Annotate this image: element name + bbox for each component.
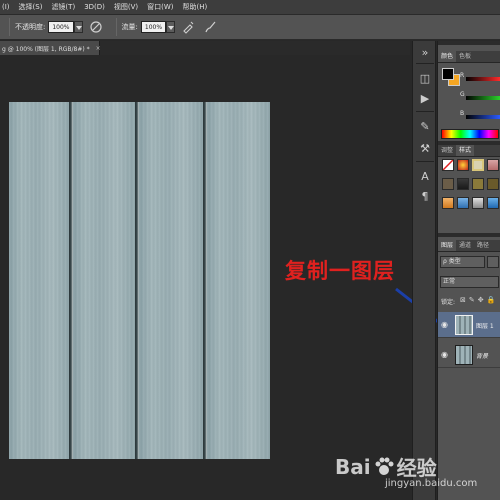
layer-thumbnail — [455, 345, 473, 365]
watermark-text-right: 经验 — [396, 456, 437, 480]
red-channel-label: R — [460, 72, 465, 79]
style-swatch[interactable] — [442, 178, 454, 190]
layer-thumbnail — [455, 315, 473, 335]
style-swatch[interactable] — [487, 178, 499, 190]
collapse-icon[interactable]: » — [417, 45, 433, 61]
menu-item-filter[interactable]: 滤镜(T) — [51, 2, 75, 12]
dock-divider — [416, 111, 434, 112]
canvas-image[interactable] — [9, 102, 270, 459]
paw-icon — [375, 457, 394, 475]
tab-paths[interactable]: 路径 — [474, 240, 492, 251]
flow-label: 流量: — [121, 23, 138, 31]
style-swatch[interactable] — [457, 197, 469, 209]
color-panel-tabs: 颜色 色板 — [438, 51, 500, 63]
pressure-icon[interactable] — [89, 20, 103, 34]
lock-label: 锁定: — [441, 299, 456, 306]
options-bar: 不透明度: 100% 流量: 100% — [0, 14, 500, 40]
style-swatch[interactable] — [442, 159, 454, 171]
document-tab[interactable]: g @ 100% (图层 1, RGB/8#) * × — [0, 41, 101, 55]
layer-row[interactable]: ◉ 背景 — [438, 342, 500, 368]
brush-preset-icon[interactable]: ✎ — [417, 119, 433, 135]
style-swatch[interactable] — [472, 178, 484, 190]
green-slider[interactable]: G — [460, 91, 500, 101]
actions-icon[interactable]: ▶ — [417, 91, 433, 107]
panel-drag-bar[interactable] — [438, 233, 500, 237]
flow-input[interactable]: 100% — [140, 21, 167, 33]
opacity-dropdown[interactable] — [73, 21, 83, 33]
watermark-text-left: Bai — [335, 454, 371, 479]
menu-item-window[interactable]: 窗口(W) — [147, 2, 173, 12]
blue-channel-label: B — [460, 110, 465, 117]
layer-kind-filter[interactable]: ρ 类型 — [440, 256, 485, 268]
tab-layers[interactable]: 图层 — [438, 240, 457, 251]
airbrush-icon[interactable] — [181, 20, 195, 34]
paragraph-icon[interactable]: ¶ — [417, 189, 433, 205]
blue-track[interactable] — [466, 115, 500, 119]
red-track[interactable] — [466, 77, 500, 81]
dock-icon-strip: » ◫ ▶ ✎ ⚒ A ¶ — [412, 41, 436, 500]
red-slider[interactable]: R — [460, 72, 500, 82]
style-swatch[interactable] — [487, 197, 499, 209]
right-panels: 颜色 色板 R G B 调整 样式 图层 通道 路径 ρ 类型 正常 锁定: ⊠… — [437, 41, 500, 500]
document-tab-bar: g @ 100% (图层 1, RGB/8#) * × — [0, 41, 410, 55]
dock-divider — [416, 63, 434, 64]
character-icon[interactable]: A — [417, 169, 433, 185]
style-swatch[interactable] — [472, 159, 484, 171]
opacity-input[interactable]: 100% — [48, 21, 74, 33]
style-swatch[interactable] — [442, 197, 454, 209]
menu-item-select[interactable]: 选择(S) — [19, 2, 43, 12]
close-icon[interactable]: × — [96, 45, 101, 52]
document-tab-title: g @ 100% (图层 1, RGB/8#) * — [2, 45, 90, 53]
style-swatch[interactable] — [457, 159, 469, 171]
dock-divider — [416, 161, 434, 162]
photoshop-window: (I) 选择(S) 滤镜(T) 3D(D) 视图(V) 窗口(W) 帮助(H) … — [0, 0, 500, 500]
wood-plank — [207, 102, 270, 459]
layer-name[interactable]: 图层 1 — [476, 321, 494, 330]
opacity-label: 不透明度: — [15, 23, 46, 31]
filter-toggle[interactable] — [487, 256, 499, 268]
layer-row[interactable]: ◉ 图层 1 — [438, 312, 500, 338]
options-divider — [9, 18, 10, 36]
lock-icons[interactable]: ⊠✎✥🔒 — [460, 296, 498, 304]
color-spectrum[interactable] — [441, 129, 499, 139]
styles-panel-tabs: 调整 样式 — [438, 145, 500, 157]
blue-slider[interactable]: B — [460, 110, 500, 120]
tool-preset-icon[interactable]: ⚒ — [417, 141, 433, 157]
annotation-text: 复制一图层 — [285, 259, 395, 283]
eye-icon[interactable]: ◉ — [440, 320, 449, 329]
style-swatch[interactable] — [472, 197, 484, 209]
menu-item-3d[interactable]: 3D(D) — [84, 3, 105, 11]
tab-color[interactable]: 颜色 — [438, 51, 457, 62]
brush-icon[interactable] — [203, 20, 217, 34]
menu-item-view[interactable]: 视图(V) — [114, 2, 138, 12]
color-picker[interactable] — [442, 68, 460, 86]
tab-channels[interactable]: 通道 — [456, 240, 474, 251]
wood-plank — [73, 102, 135, 459]
wood-plank — [139, 102, 203, 459]
green-channel-label: G — [460, 91, 465, 98]
options-divider — [115, 18, 117, 36]
watermark-url: jingyan.baidu.com — [385, 478, 478, 489]
layer-name[interactable]: 背景 — [476, 351, 488, 360]
green-track[interactable] — [466, 96, 500, 100]
foreground-color-swatch[interactable] — [442, 68, 454, 80]
eye-icon[interactable]: ◉ — [440, 350, 449, 359]
layers-panel-tabs: 图层 通道 路径 — [438, 240, 500, 252]
panel-drag-bar[interactable] — [438, 41, 500, 45]
wood-plank — [9, 102, 71, 459]
watermark: Bai 经验 — [335, 452, 437, 481]
tab-swatches[interactable]: 色板 — [456, 51, 474, 62]
blend-mode-select[interactable]: 正常 — [440, 276, 499, 288]
menu-item-image[interactable]: (I) — [2, 3, 10, 11]
menu-bar: (I) 选择(S) 滤镜(T) 3D(D) 视图(V) 窗口(W) 帮助(H) — [0, 0, 500, 14]
style-swatch[interactable] — [487, 159, 499, 171]
tab-styles[interactable]: 样式 — [456, 145, 475, 156]
style-swatch[interactable] — [457, 178, 469, 190]
tab-adjustments[interactable]: 调整 — [438, 145, 456, 156]
flow-dropdown[interactable] — [166, 21, 176, 33]
menu-item-help[interactable]: 帮助(H) — [183, 2, 208, 12]
history-icon[interactable]: ◫ — [417, 71, 433, 87]
